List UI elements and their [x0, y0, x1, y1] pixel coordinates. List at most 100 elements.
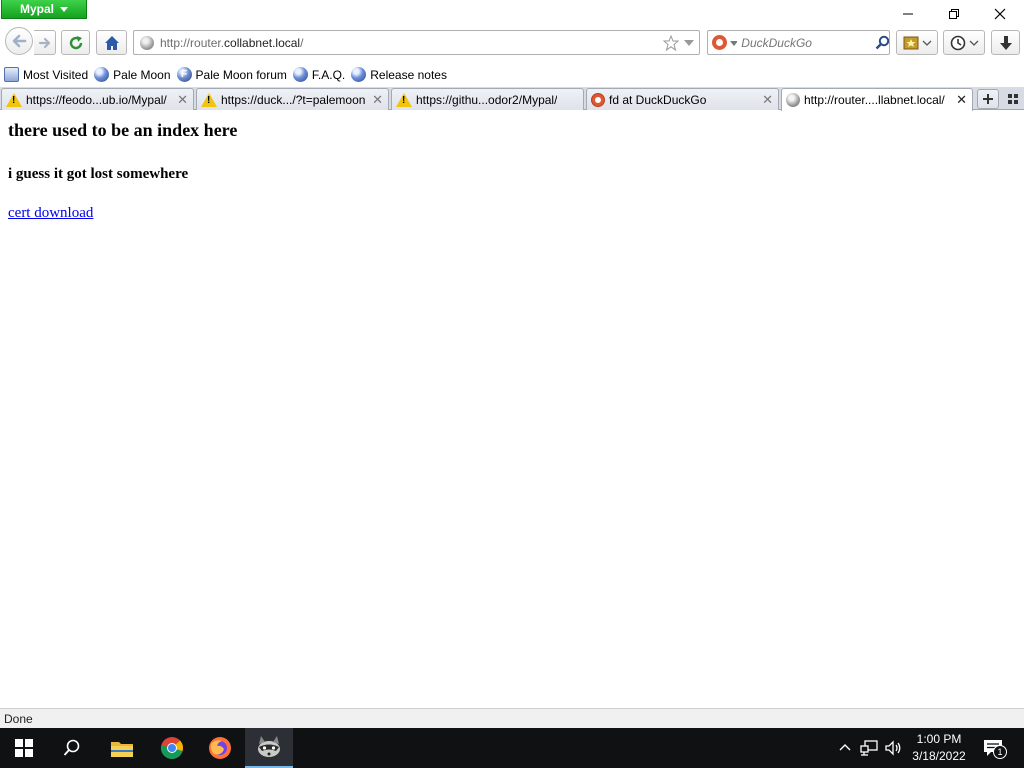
- taskbar-search-button[interactable]: [48, 728, 96, 768]
- title-bar: Mypal: [0, 0, 1024, 28]
- search-input[interactable]: [741, 35, 872, 50]
- folder-icon: [111, 742, 133, 757]
- globe-icon: [292, 67, 308, 82]
- minimize-button[interactable]: [885, 0, 931, 28]
- status-bar: Done: [0, 708, 1024, 728]
- tab[interactable]: fd at DuckDuckGo ✕: [586, 88, 779, 110]
- network-icon[interactable]: [860, 739, 878, 757]
- firefox-button[interactable]: [196, 728, 244, 768]
- chrome-icon: [160, 737, 183, 759]
- bookmark-most-visited[interactable]: Most Visited: [4, 67, 88, 82]
- close-window-button[interactable]: [977, 0, 1023, 28]
- home-button[interactable]: [96, 30, 127, 55]
- bookmarks-menu-button[interactable]: [896, 30, 938, 55]
- tab-label: https://duck.../?t=palemoon: [221, 92, 366, 107]
- bookmark-faq[interactable]: F.A.Q.: [292, 67, 346, 82]
- site-identity-icon[interactable]: [140, 35, 154, 50]
- volume-icon[interactable]: [884, 739, 902, 757]
- download-icon: [999, 35, 1012, 50]
- chevron-down-icon[interactable]: [730, 39, 738, 47]
- duckduckgo-icon[interactable]: [712, 35, 727, 50]
- star-icon[interactable]: [663, 34, 679, 51]
- tab-strip: https://feodo...ub.io/Mypal/ ✕ https://d…: [0, 87, 1024, 111]
- url-bar[interactable]: http://router.collabnet.local/: [133, 30, 700, 55]
- firefox-icon: [209, 737, 231, 759]
- tab-list-button[interactable]: [1005, 91, 1021, 107]
- downloads-button[interactable]: [991, 30, 1020, 55]
- url-host: collabnet.local: [224, 35, 301, 50]
- forward-button[interactable]: [34, 30, 56, 55]
- close-tab-icon[interactable]: ✕: [762, 92, 773, 108]
- restore-icon: [949, 9, 959, 19]
- taskbar: 1:00 PM 3/18/2022 1: [0, 728, 1024, 768]
- warning-icon: [201, 92, 217, 107]
- tab-label: https://githu...odor2/Mypal/: [416, 92, 558, 107]
- chevron-up-icon[interactable]: [838, 740, 852, 754]
- plus-icon: [983, 94, 993, 104]
- bookmark-label: F.A.Q.: [311, 67, 346, 82]
- chevron-down-icon: [60, 7, 68, 12]
- start-button[interactable]: [0, 728, 48, 768]
- reload-icon: [69, 35, 82, 49]
- tab-label: https://feodo...ub.io/Mypal/: [26, 92, 167, 107]
- bookmark-release-notes[interactable]: Release notes: [351, 67, 447, 82]
- restore-button[interactable]: [931, 0, 977, 28]
- new-tab-button[interactable]: [977, 89, 999, 109]
- globe-icon: [351, 67, 367, 82]
- taskbar-clock[interactable]: 1:00 PM 3/18/2022: [906, 731, 972, 765]
- search-icon[interactable]: [875, 35, 889, 50]
- close-tab-icon[interactable]: ✕: [177, 92, 188, 108]
- app-menu-label: Mypal: [19, 2, 54, 16]
- status-text: Done: [4, 711, 33, 726]
- tab-label: http://router....llabnet.local/: [804, 93, 945, 107]
- page-subheading: i guess it got lost somewhere: [8, 166, 189, 182]
- url-text[interactable]: http://router.collabnet.local/: [160, 36, 303, 50]
- clock-time: 1:00 PM: [916, 732, 962, 746]
- close-icon: [994, 8, 1006, 20]
- bookmark-label: Release notes: [370, 67, 447, 82]
- minimize-icon: [903, 13, 913, 15]
- bookmark-pale-moon[interactable]: Pale Moon: [94, 67, 171, 82]
- globe-icon: [94, 67, 110, 82]
- chevron-down-icon: [922, 40, 931, 46]
- warning-icon: [6, 92, 22, 107]
- bookmark-label: Pale Moon: [113, 67, 171, 82]
- home-icon: [104, 35, 119, 50]
- cert-download-link[interactable]: cert download: [8, 205, 93, 222]
- tab-active[interactable]: http://router....llabnet.local/ ✕: [781, 88, 973, 111]
- bookmark-label: Most Visited: [23, 67, 89, 82]
- notification-center-button[interactable]: 1: [983, 738, 1007, 760]
- app-menu-button[interactable]: Mypal: [1, 0, 87, 19]
- mypal-taskbar-button[interactable]: [245, 728, 293, 768]
- bookmark-label: Pale Moon forum: [195, 67, 287, 82]
- history-button[interactable]: [943, 30, 985, 55]
- file-explorer-button[interactable]: [98, 728, 146, 768]
- page-heading: there used to be an index here: [8, 120, 238, 140]
- close-tab-icon[interactable]: ✕: [372, 92, 383, 108]
- back-button[interactable]: [5, 27, 33, 55]
- url-history-dropdown-icon[interactable]: [683, 37, 695, 49]
- warning-icon: [396, 92, 412, 107]
- search-bar[interactable]: [707, 30, 890, 55]
- clock-date: 3/18/2022: [912, 749, 966, 763]
- clock-icon: [950, 35, 965, 50]
- duckduckgo-icon: [591, 92, 605, 107]
- tab[interactable]: https://duck.../?t=palemoon ✕: [196, 88, 389, 110]
- raccoon-icon: [258, 736, 280, 757]
- windows-icon: [15, 739, 33, 757]
- arrow-left-icon: [12, 34, 27, 48]
- chevron-down-icon: [969, 40, 978, 46]
- tab[interactable]: https://feodo...ub.io/Mypal/ ✕: [1, 88, 194, 110]
- tab[interactable]: https://githu...odor2/Mypal/ ✕: [391, 88, 584, 110]
- grid-icon: [1008, 94, 1018, 104]
- most-visited-icon: [4, 67, 19, 82]
- notification-count-badge: 1: [993, 745, 1007, 759]
- bookmark-pale-moon-forum[interactable]: F Pale Moon forum: [176, 67, 287, 82]
- search-icon: [63, 739, 80, 756]
- chrome-button[interactable]: [148, 728, 196, 768]
- navigation-toolbar: http://router.collabnet.local/: [0, 27, 1024, 62]
- reload-button[interactable]: [61, 30, 90, 55]
- bookmarks-toolbar: Most Visited Pale Moon F Pale Moon forum…: [0, 62, 1024, 87]
- bookmarks-icon: [903, 36, 918, 49]
- close-tab-icon[interactable]: ✕: [956, 92, 967, 108]
